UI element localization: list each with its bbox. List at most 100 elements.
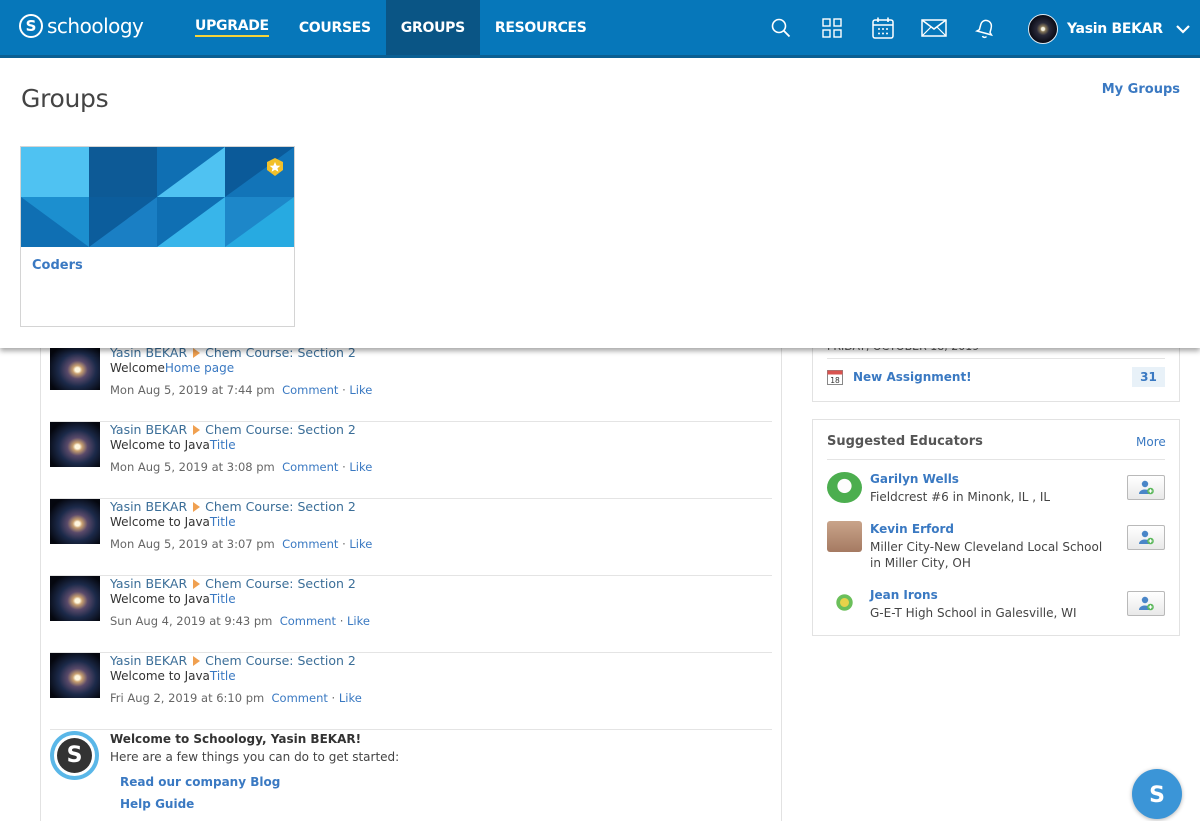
schoology-s-icon: S [1149,783,1165,807]
nav-resources[interactable]: RESOURCES [480,0,602,55]
calendar-icon: 18 [827,370,843,385]
post-link[interactable]: Title [210,515,236,529]
post-author-link[interactable]: Yasin BEKAR [110,422,187,437]
like-link[interactable]: Like [349,383,372,397]
educator-avatar[interactable] [827,587,862,618]
feed-post: Yasin BEKAR Chem Course: Section 2 Welcom… [50,422,772,499]
educator-name-link[interactable]: Garilyn Wells [870,472,959,486]
comment-link[interactable]: Comment [282,460,338,474]
arrow-right-icon [193,425,201,435]
my-groups-link[interactable]: My Groups [1102,82,1180,97]
help-guide-link[interactable]: Help Guide [120,797,194,811]
post-author-avatar[interactable] [50,422,100,467]
nav-upgrade[interactable]: UPGRADE [180,0,284,55]
post-author-link[interactable]: Yasin BEKAR [110,653,187,668]
new-assignment-link[interactable]: New Assignment! [853,370,972,384]
post-link[interactable]: Title [210,438,236,452]
educator-school: G-E-T High School in Galesville, WI [870,606,1077,620]
educator-name-link[interactable]: Jean Irons [870,588,938,602]
post-course-link[interactable]: Chem Course: Section 2 [205,422,356,437]
post-header: Yasin BEKAR Chem Course: Section 2 [110,499,356,514]
educator-avatar[interactable] [827,472,862,503]
post-link[interactable]: Home page [165,361,234,375]
divider [827,358,1165,359]
post-header: Yasin BEKAR Chem Course: Section 2 [110,576,356,591]
comment-link[interactable]: Comment [282,383,338,397]
chevron-down-icon [1175,25,1190,34]
feed-post: Yasin BEKAR Chem Course: Section 2 Welcom… [50,345,772,422]
comment-link[interactable]: Comment [272,691,328,705]
educator-school: Miller City-New Cleveland Local School i… [870,540,1103,570]
divider [827,459,1165,460]
post-author-avatar[interactable] [50,653,100,698]
messages-button[interactable] [908,0,959,55]
separator: · [342,460,346,474]
post-date: Mon Aug 5, 2019 at 7:44 pm [110,383,275,397]
group-card-coders[interactable]: Coders [20,146,295,327]
post-author-avatar[interactable] [50,499,100,544]
help-chat-button[interactable]: S [1132,769,1182,819]
search-icon [771,18,790,37]
top-icons [755,0,1010,55]
post-author-avatar[interactable] [50,345,100,390]
notifications-icon [974,19,993,38]
post-meta: Mon Aug 5, 2019 at 3:07 pm Comment · Lik… [110,537,372,551]
calendar-button[interactable] [857,0,908,55]
post-meta: Fri Aug 2, 2019 at 6:10 pm Comment · Lik… [110,691,362,705]
search-button[interactable] [755,0,806,55]
apps-button[interactable] [806,0,857,55]
post-body: Welcome to JavaTitle [110,515,236,529]
post-author-avatar[interactable] [50,576,100,621]
comment-link[interactable]: Comment [282,537,338,551]
more-link[interactable]: More [1136,435,1166,449]
main-nav: UPGRADE COURSES GROUPS RESOURCES [180,0,602,55]
group-banner-image [21,147,294,247]
add-educator-button[interactable] [1127,475,1165,500]
post-header: Yasin BEKAR Chem Course: Section 2 [110,422,356,437]
top-navigation-bar: S schoology UPGRADE COURSES GROUPS RESOU… [0,0,1200,58]
add-educator-button[interactable] [1127,591,1165,616]
group-name-link[interactable]: Coders [32,258,83,273]
post-date: Mon Aug 5, 2019 at 3:07 pm [110,537,275,551]
educator-school: Fieldcrest #6 in Minonk, IL , IL [870,490,1051,504]
blog-link[interactable]: Read our company Blog [120,775,280,789]
post-body: Welcome to JavaTitle [110,669,236,683]
nav-courses[interactable]: COURSES [284,0,386,55]
like-link[interactable]: Like [347,614,370,628]
educator-avatar[interactable] [827,521,862,552]
schoology-logo[interactable]: S schoology [19,14,144,38]
logo-letter: S [57,738,92,773]
add-user-icon [1139,480,1154,495]
calendar-day: 18 [830,376,840,385]
like-link[interactable]: Like [339,691,362,705]
post-course-link[interactable]: Chem Course: Section 2 [205,653,356,668]
post-link[interactable]: Title [210,669,236,683]
separator: · [339,614,344,628]
arrow-right-icon [193,656,201,666]
comment-link[interactable]: Comment [280,614,336,628]
post-date: Fri Aug 2, 2019 at 6:10 pm [110,691,265,705]
post-author-link[interactable]: Yasin BEKAR [110,499,187,514]
suggested-educators-title: Suggested Educators [827,434,983,449]
post-author-link[interactable]: Yasin BEKAR [110,576,187,591]
post-text: Welcome to Java [110,669,210,683]
post-course-link[interactable]: Chem Course: Section 2 [205,576,356,591]
user-menu[interactable]: Yasin BEKAR [1028,14,1191,44]
post-meta: Mon Aug 5, 2019 at 7:44 pm Comment · Lik… [110,383,372,397]
notifications-button[interactable] [959,0,1010,55]
post-text: Welcome [110,361,165,375]
post-text: Welcome to Java [110,515,210,529]
feed-post: Yasin BEKAR Chem Course: Section 2 Welcom… [50,576,772,653]
post-link[interactable]: Title [210,592,236,606]
add-educator-button[interactable] [1127,525,1165,550]
nav-upgrade-label: UPGRADE [195,18,269,37]
feed-post: Yasin BEKAR Chem Course: Section 2 Welcom… [50,653,772,730]
arrow-right-icon [193,348,201,358]
like-link[interactable]: Like [349,537,372,551]
like-link[interactable]: Like [349,460,372,474]
educator-name-link[interactable]: Kevin Erford [870,522,954,536]
logo-letter: S [19,14,43,38]
post-course-link[interactable]: Chem Course: Section 2 [205,499,356,514]
messages-icon [920,18,947,37]
nav-groups[interactable]: GROUPS [385,0,480,55]
